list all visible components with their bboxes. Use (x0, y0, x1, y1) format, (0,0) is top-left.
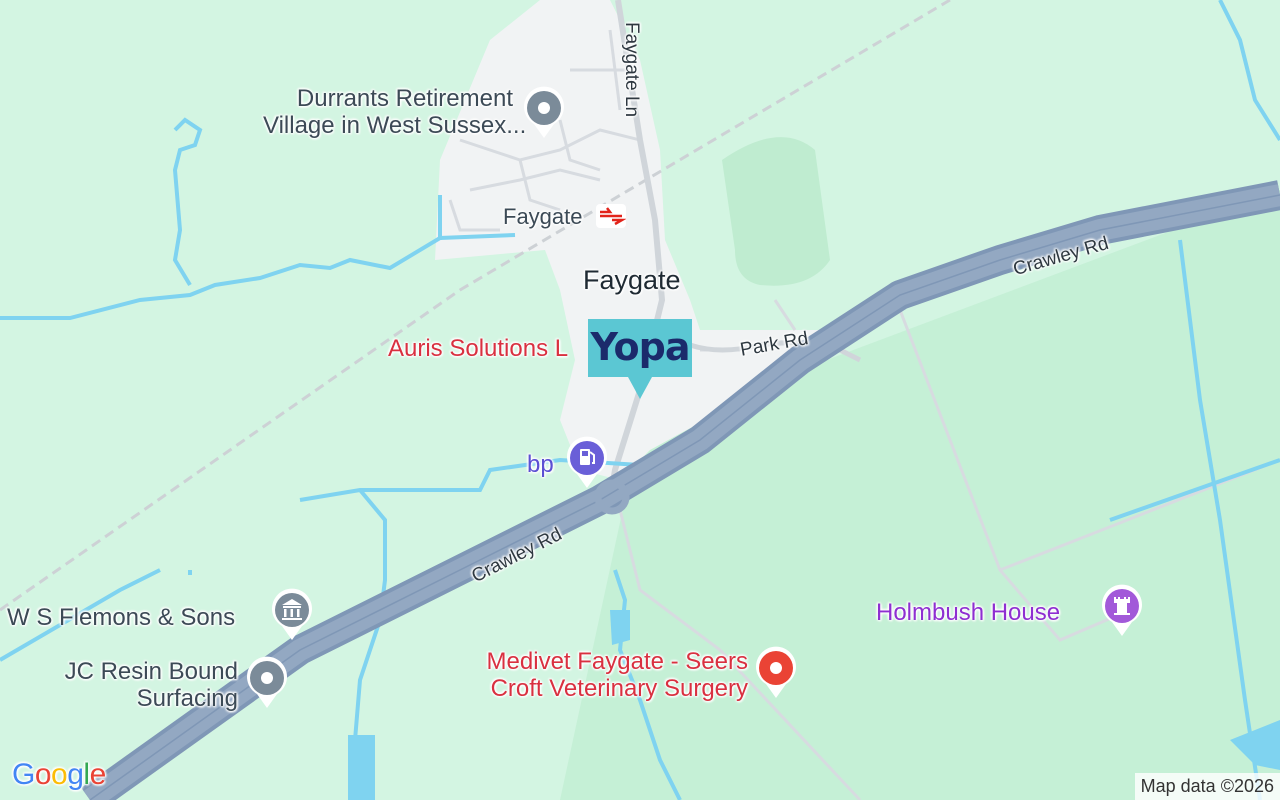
poi-medivet-line1: Medivet Faygate - Seers (486, 648, 748, 675)
poi-jc-line1: JC Resin Bound (64, 658, 238, 685)
poi-jc-line2: Surfacing (136, 685, 238, 712)
poi-medivet-label[interactable]: Medivet Faygate - Seers Croft Veterinary… (448, 648, 748, 702)
place-label-faygate[interactable]: Faygate (583, 265, 681, 296)
museum-icon[interactable] (270, 588, 314, 642)
castle-icon[interactable] (1100, 584, 1144, 638)
logo-letter-4: g (67, 758, 84, 791)
logo-letter-2: o (34, 758, 52, 791)
fuel-pump-icon[interactable] (565, 436, 609, 490)
logo-letter-1: G (12, 758, 35, 791)
medical-dot-icon[interactable] (754, 646, 798, 700)
google-logo[interactable]: Google (12, 758, 106, 792)
poi-durrants-line1: Durrants Retirement (296, 85, 513, 112)
map-attribution[interactable]: Map data ©2026 (1134, 773, 1280, 800)
poi-durrants-label[interactable]: Durrants Retirement Village in West Suss… (263, 85, 527, 139)
logo-letter-3: o (51, 758, 68, 791)
poi-bp-label[interactable]: bp (527, 451, 554, 478)
station-label[interactable]: Faygate (503, 203, 583, 230)
poi-jc-label[interactable]: JC Resin Bound Surfacing (38, 658, 238, 712)
pin-icon[interactable] (245, 656, 289, 710)
pin-icon[interactable] (522, 86, 566, 140)
poi-medivet-line2: Croft Veterinary Surgery (490, 675, 748, 702)
national-rail-icon[interactable] (596, 204, 626, 228)
logo-letter-6: e (89, 758, 107, 791)
pond-2 (348, 735, 375, 800)
poi-holmbush-label[interactable]: Holmbush House (876, 599, 1060, 626)
poi-flemons-label[interactable]: W S Flemons & Sons (7, 604, 235, 631)
map-canvas[interactable]: Faygate Faygate Faygate Ln Park Rd Crawl… (0, 0, 1280, 800)
brand-marker-text: Yopa (590, 325, 691, 369)
pond-1 (610, 610, 630, 645)
brand-marker[interactable]: Yopa (588, 319, 692, 399)
road-label-faygate-ln: Faygate Ln (621, 22, 642, 118)
poi-durrants-line2: Village in West Sussex... (263, 112, 527, 139)
park-area (722, 137, 830, 286)
poi-auris-label[interactable]: Auris Solutions L (388, 335, 568, 362)
